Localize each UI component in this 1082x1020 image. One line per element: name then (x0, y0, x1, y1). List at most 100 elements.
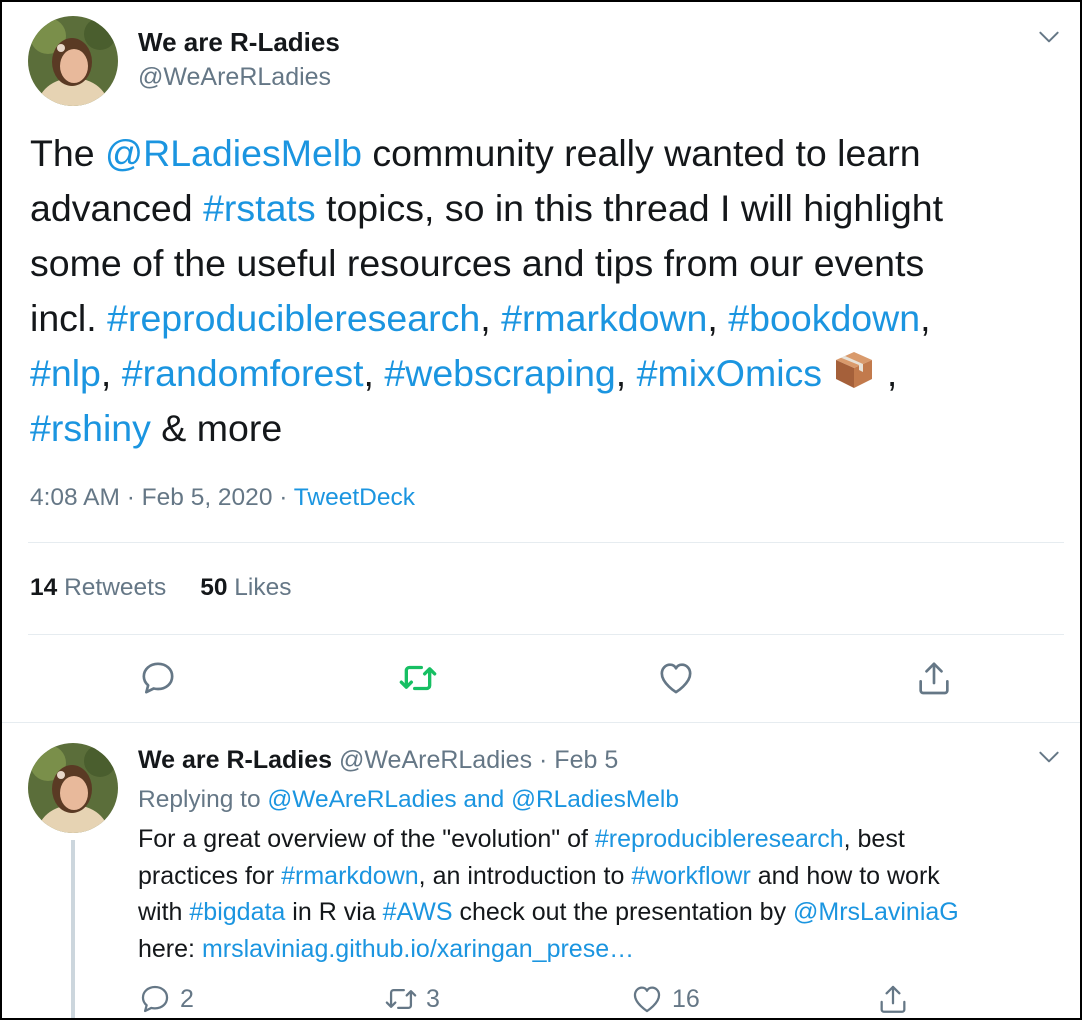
hashtag-link[interactable]: #webscraping (384, 352, 615, 394)
text-run: For a great overview of the "evolution" … (138, 825, 595, 853)
retweet-action[interactable]: 3 (384, 982, 440, 1018)
reply-count: 2 (180, 984, 194, 1013)
replying-prefix: Replying to (138, 786, 268, 813)
mention-link[interactable]: @RLadiesMelb (511, 786, 679, 813)
avatar-photo (28, 16, 118, 106)
hashtag-link[interactable]: #nlp (30, 352, 101, 394)
retweet-icon[interactable] (398, 658, 438, 698)
hashtag-link[interactable]: #rstats (203, 187, 316, 229)
replying-and[interactable]: and (457, 786, 512, 813)
tweet-frame: We are R-Ladies @WeAreRLadies The @RLadi… (0, 0, 1082, 1020)
text-run: topics, so in this thread I will highlig… (315, 187, 944, 229)
mention-link[interactable]: @RLadiesMelb (105, 132, 362, 174)
likes-label: Likes (234, 574, 292, 601)
tweet-date[interactable]: Feb 5, 2020 (142, 484, 273, 511)
text-run: , (707, 297, 729, 339)
likes-count: 50 (200, 574, 228, 601)
chevron-down-icon[interactable] (1036, 24, 1062, 50)
heart-icon[interactable] (656, 658, 696, 698)
mention-link[interactable]: @MrsLaviniaG (793, 898, 959, 926)
likes-stat[interactable]: 50 Likes (200, 574, 291, 601)
like-action[interactable]: 16 (630, 982, 700, 1018)
divider (28, 634, 1064, 635)
text-run: , (920, 297, 931, 339)
share-icon[interactable] (914, 658, 954, 698)
tweet-text-line: incl. #reproducibleresearch, #rmarkdown,… (30, 291, 1060, 346)
text-run: , best (843, 825, 905, 853)
retweet-count: 3 (426, 984, 440, 1013)
mention-link[interactable]: @WeAreRLadies (267, 786, 456, 813)
reply-text-line: For a great overview of the "evolution" … (138, 821, 1068, 858)
like-count: 16 (672, 984, 700, 1013)
tweet-text-line: advanced #rstats topics, so in this thre… (30, 181, 1060, 236)
retweets-stat[interactable]: 14 Retweets (30, 574, 166, 601)
hashtag-link[interactable]: #randomforest (122, 352, 364, 394)
heart-icon (633, 986, 661, 1013)
text-run: incl. (30, 297, 108, 339)
reply-icon[interactable] (138, 658, 178, 698)
hashtag-link[interactable]: #bookdown (728, 297, 920, 339)
text-run: with (138, 898, 190, 926)
tweet-text-line: some of the useful resources and tips fr… (30, 236, 1060, 291)
reply-action[interactable]: 2 (138, 982, 194, 1018)
tweet-date[interactable]: Feb 5 (554, 746, 618, 774)
divider (28, 542, 1064, 543)
tweet-text-line: The @RLadiesMelb community really wanted… (30, 126, 1060, 181)
hashtag-link[interactable]: #reproducibleresearch (595, 825, 844, 853)
separator-dot: · (119, 484, 142, 511)
author-name[interactable]: We are R-Ladies (138, 27, 340, 58)
separator-dot: · (272, 484, 294, 511)
tweet-separator (2, 722, 1080, 723)
retweets-count: 14 (30, 574, 58, 601)
text-run: and how to work (750, 861, 940, 890)
reply-text: For a great overview of the "evolution" … (138, 821, 1068, 967)
text-run: & more (150, 407, 283, 449)
text-run: here: (138, 934, 202, 963)
hashtag-link[interactable]: #workflowr (631, 862, 750, 890)
avatar[interactable] (28, 743, 118, 833)
text-run: , an introduction to (418, 861, 632, 890)
url-link[interactable]: mrslaviniag.github.io/xaringan_prese… (202, 935, 634, 963)
text-run: some of the useful resources and tips fr… (30, 242, 925, 284)
text-run: The (30, 132, 106, 174)
chevron-down-icon[interactable] (1036, 744, 1062, 770)
hashtag-link[interactable]: #rmarkdown (281, 862, 419, 890)
tweet-source-link[interactable]: TweetDeck (294, 484, 415, 511)
hashtag-link[interactable]: #rshiny (30, 407, 151, 449)
tweet-meta: 4:08 AM · Feb 5, 2020 · TweetDeck (30, 484, 415, 512)
tweet-text: The @RLadiesMelb community really wanted… (30, 126, 1060, 456)
text-run: , (876, 352, 898, 394)
reply-text-line: here: mrslaviniag.github.io/xaringan_pre… (138, 931, 1068, 968)
package-emoji (832, 348, 876, 392)
text-run: in R via (285, 898, 383, 926)
text-run: community really wanted to learn (361, 132, 921, 174)
reply-text-line: practices for #rmarkdown, an introductio… (138, 858, 1068, 895)
avatar[interactable] (28, 16, 118, 106)
text-run: practices for (138, 861, 282, 890)
tweet-time[interactable]: 4:08 AM (30, 484, 120, 511)
retweet-icon (385, 988, 417, 1010)
thread-line (71, 840, 75, 1018)
share-icon (880, 985, 906, 1013)
hashtag-link[interactable]: #AWS (383, 898, 453, 926)
avatar-photo (28, 743, 118, 833)
hashtag-link[interactable]: #rmarkdown (501, 297, 707, 339)
text-run: , (480, 297, 502, 339)
hashtag-link[interactable]: #reproducibleresearch (107, 297, 480, 339)
hashtag-link[interactable]: #mixOmics (637, 352, 822, 394)
author-handle[interactable]: @WeAreRLadies (339, 746, 532, 774)
text-run: , (100, 352, 122, 394)
text-run: advanced (30, 187, 204, 229)
share-action[interactable] (876, 982, 910, 1018)
author-handle[interactable]: @WeAreRLadies (138, 63, 331, 92)
text-run: , (363, 352, 385, 394)
reply-text-line: with #bigdata in R via #AWS check out th… (138, 894, 1068, 931)
text-run: check out the presentation by (452, 898, 794, 926)
hashtag-link[interactable]: #bigdata (189, 898, 285, 926)
separator-dot: · (532, 746, 555, 774)
retweets-label: Retweets (64, 574, 167, 601)
author-name[interactable]: We are R-Ladies (138, 746, 332, 774)
text-run: , (615, 352, 637, 394)
reply-header: We are R-Ladies @WeAreRLadies · Feb 5 (138, 746, 618, 775)
replying-to: Replying to @WeAreRLadies and @RLadiesMe… (138, 786, 679, 814)
